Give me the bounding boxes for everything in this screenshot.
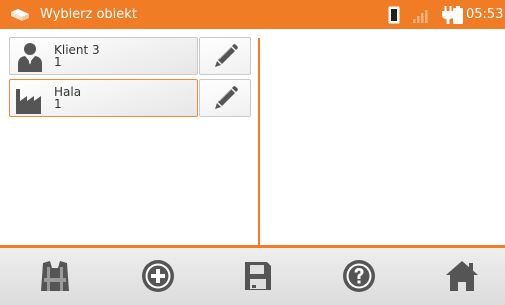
edit-button[interactable] [199, 37, 251, 75]
object-number: 1 [54, 55, 62, 69]
pencil-icon [215, 86, 238, 109]
page-title: Wybierz obiekt [40, 7, 137, 22]
memory-card-icon [388, 6, 400, 24]
title-bar: Wybierz obiekt 05:53 [0, 0, 505, 29]
add-icon [142, 260, 174, 292]
bottom-toolbar [0, 248, 505, 305]
app-logo-icon [11, 9, 29, 21]
vest-button[interactable] [25, 248, 85, 305]
object-card[interactable]: Hala 1 [9, 79, 198, 117]
save-button[interactable] [228, 248, 288, 305]
list-item[interactable]: Hala 1 [9, 79, 251, 117]
help-icon [343, 260, 375, 292]
object-number: 1 [54, 97, 62, 111]
battery-icon [453, 6, 463, 24]
factory-icon [16, 89, 41, 114]
list-item[interactable]: Klient 3 1 [9, 37, 251, 75]
pane-divider [258, 38, 260, 245]
add-button[interactable] [128, 248, 188, 305]
vest-icon [41, 261, 69, 291]
person-icon [18, 43, 42, 72]
clock: 05:53 [466, 7, 504, 22]
home-icon [446, 261, 478, 291]
home-button[interactable] [432, 248, 492, 305]
signal-strength-icon [413, 10, 428, 23]
save-icon [245, 262, 271, 290]
object-list: Klient 3 1 Hala 1 [0, 29, 258, 245]
help-button[interactable] [329, 248, 389, 305]
pencil-icon [215, 44, 238, 67]
object-card[interactable]: Klient 3 1 [9, 37, 198, 75]
edit-button[interactable] [199, 79, 251, 117]
